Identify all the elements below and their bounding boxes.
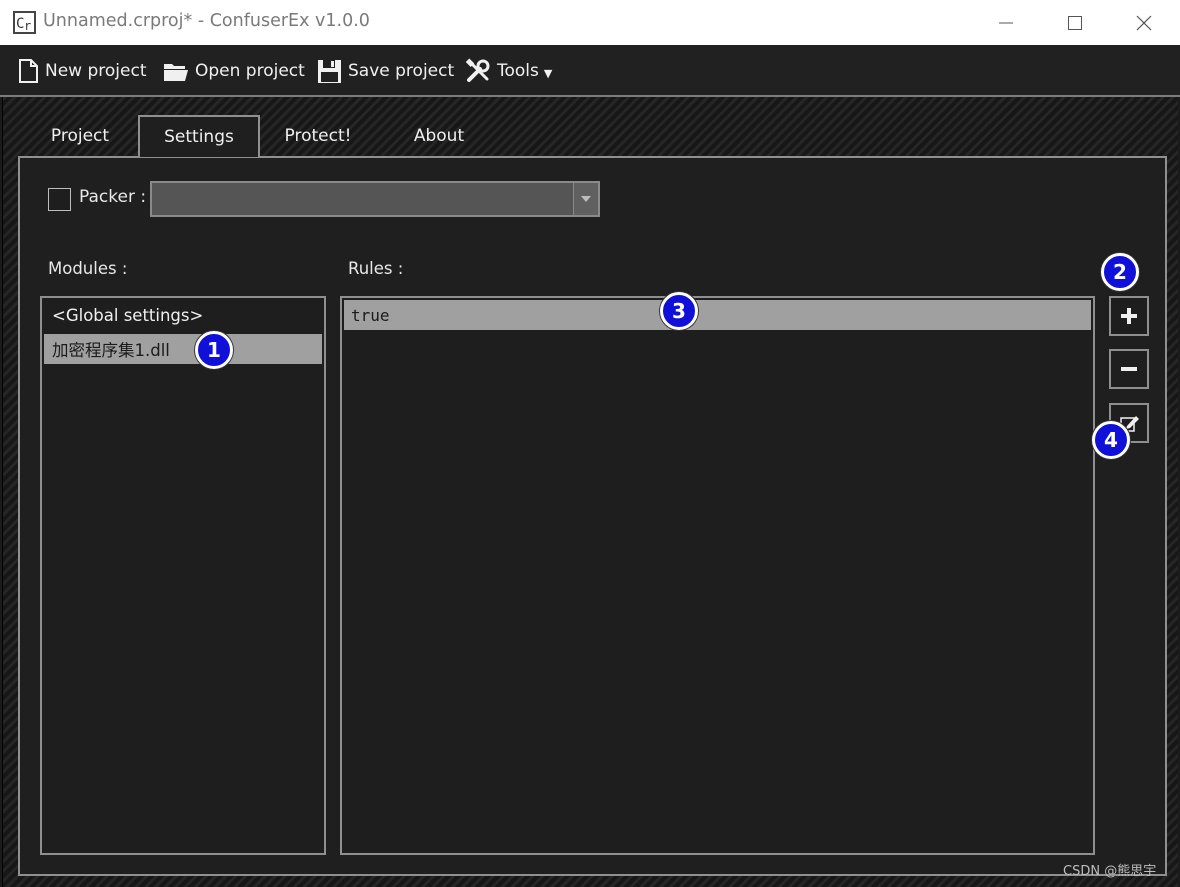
rules-list[interactable]: true	[340, 296, 1095, 855]
tab-project[interactable]: Project	[35, 116, 125, 156]
add-rule-button[interactable]	[1109, 296, 1149, 336]
tools-menu-button[interactable]: Tools ▼	[465, 56, 552, 86]
plus-icon	[1121, 308, 1137, 324]
annotation-badge-2: 2	[1101, 253, 1139, 291]
annotation-badge-1: 1	[195, 331, 233, 369]
packer-checkbox[interactable]	[48, 188, 71, 211]
window-title: Unnamed.crproj* - ConfuserEx v1.0.0	[43, 11, 370, 31]
tools-icon	[465, 58, 490, 82]
minus-icon	[1121, 367, 1137, 371]
list-item-module-dll[interactable]: 加密程序集1.dll	[44, 334, 322, 364]
save-disk-icon	[318, 59, 341, 83]
save-project-label: Save project	[348, 61, 455, 81]
minimize-button[interactable]	[972, 0, 1040, 45]
modules-list[interactable]: <Global settings> 加密程序集1.dll	[40, 296, 326, 855]
packer-label: Packer :	[79, 187, 147, 207]
modules-label: Modules :	[48, 259, 128, 278]
watermark: CSDN @熊思宇	[1063, 864, 1157, 879]
new-project-button[interactable]: New project	[17, 56, 147, 86]
list-item-global-settings[interactable]: <Global settings>	[44, 300, 322, 330]
dropdown-arrow-icon[interactable]	[573, 183, 598, 215]
open-project-button[interactable]: Open project	[163, 56, 305, 86]
title-bar: C r Unnamed.crproj* - ConfuserEx v1.0.0	[0, 0, 1180, 45]
close-button[interactable]	[1110, 0, 1178, 45]
tab-protect[interactable]: Protect!	[273, 116, 363, 156]
list-item-rule[interactable]: true	[344, 300, 1091, 330]
toolbar: New project Open project Save project To…	[0, 45, 1180, 96]
annotation-badge-3: 3	[660, 292, 698, 330]
maximize-icon	[1068, 15, 1082, 30]
annotation-badge-4: 4	[1092, 421, 1130, 459]
tab-settings[interactable]: Settings	[138, 115, 260, 157]
folder-open-icon	[164, 64, 188, 81]
save-project-button[interactable]: Save project	[317, 56, 454, 86]
main-content: Project Settings Protect! About Packer :…	[2, 97, 1178, 887]
maximize-button[interactable]	[1041, 0, 1109, 45]
svg-text:r: r	[24, 19, 31, 32]
close-icon	[1136, 15, 1152, 30]
tools-label: Tools	[497, 61, 539, 81]
settings-panel: Packer : Modules : Rules : <Global setti…	[18, 156, 1167, 876]
new-file-icon	[19, 59, 38, 83]
app-icon: C r	[13, 11, 36, 34]
packer-select[interactable]	[150, 181, 600, 217]
rules-label: Rules :	[348, 259, 404, 278]
minimize-icon	[999, 22, 1013, 23]
remove-rule-button[interactable]	[1109, 349, 1149, 389]
dropdown-caret-icon: ▼	[543, 66, 553, 80]
new-project-label: New project	[45, 61, 147, 81]
open-project-label: Open project	[195, 61, 305, 81]
tab-about[interactable]: About	[394, 116, 484, 156]
